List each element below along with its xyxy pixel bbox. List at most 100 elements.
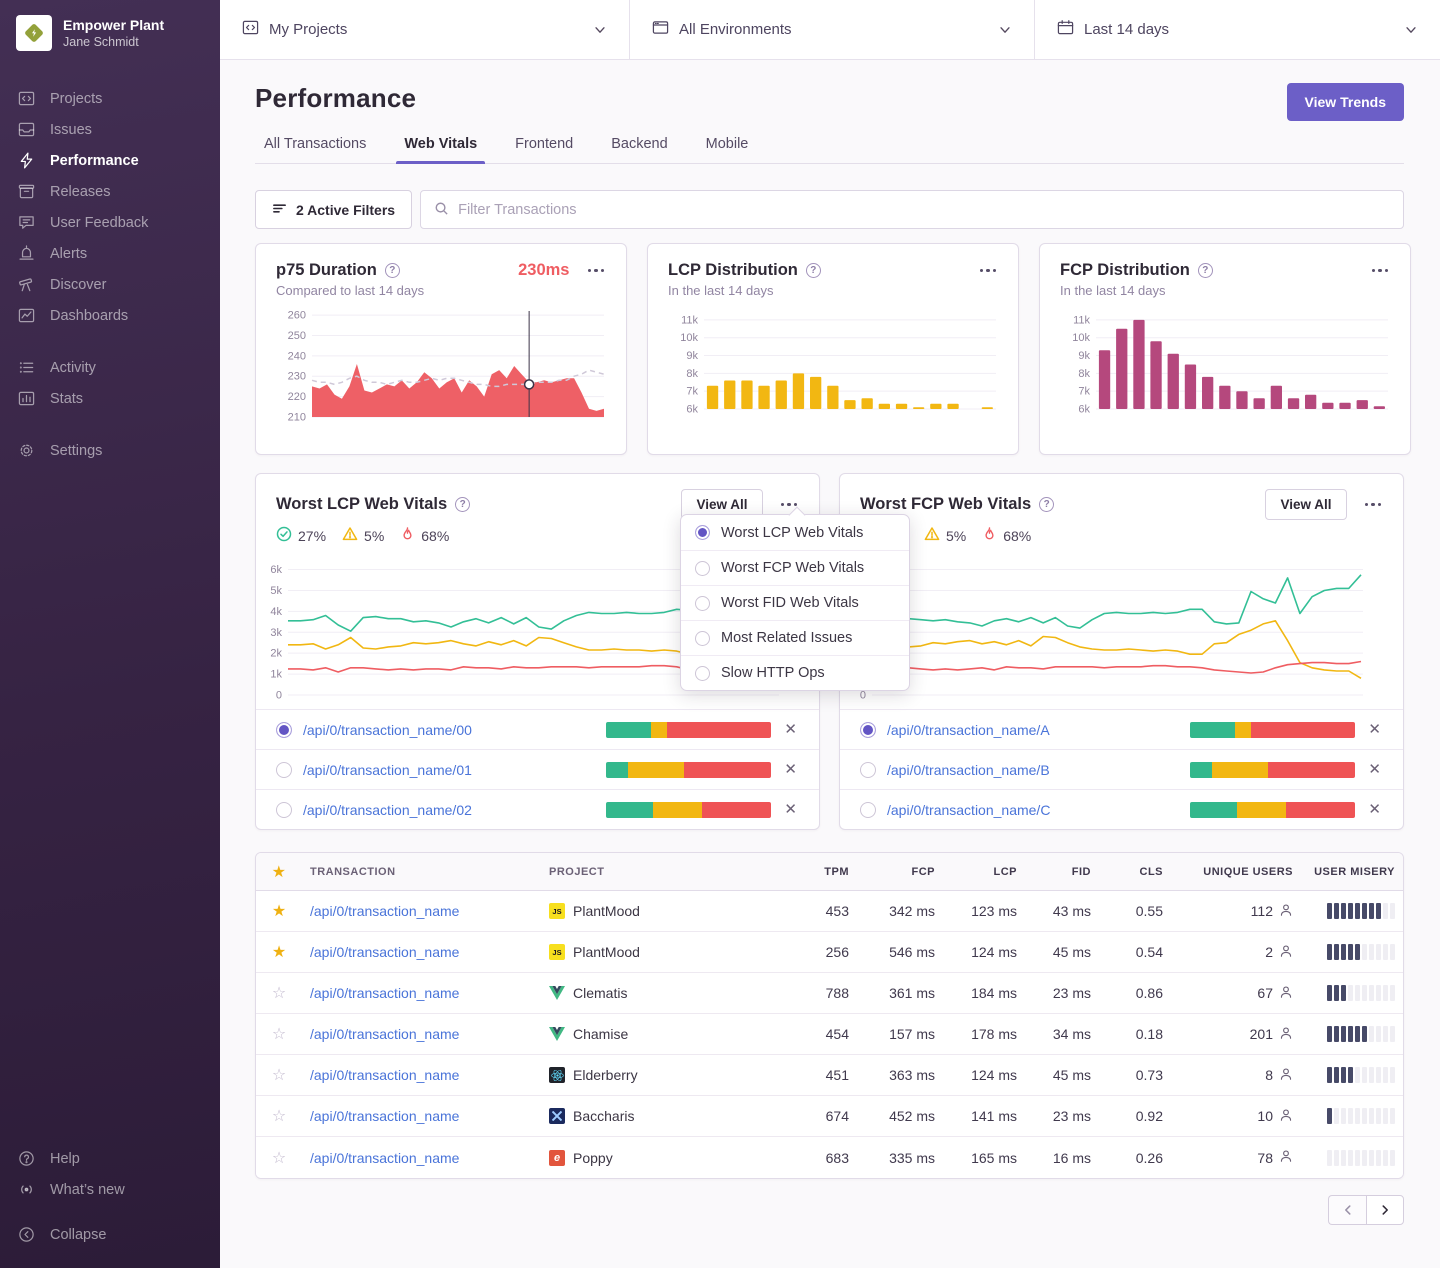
active-filters-button[interactable]: 2 Active Filters [255, 190, 412, 229]
dropdown-radio [695, 596, 710, 611]
transaction-radio[interactable] [276, 802, 292, 818]
tab-all-transactions[interactable]: All Transactions [260, 136, 370, 163]
close-icon[interactable]: ✕ [782, 720, 799, 739]
overflow-menu-button[interactable] [978, 265, 999, 277]
view-trends-button[interactable]: View Trends [1287, 83, 1404, 121]
environment-selector[interactable]: All Environments [630, 0, 1035, 59]
sidebar-item-releases[interactable]: Releases [0, 176, 220, 207]
sidebar-item-activity[interactable]: Activity [0, 352, 220, 383]
transaction-radio[interactable] [276, 722, 292, 738]
column-header-user-misery[interactable]: USER MISERY [1301, 866, 1403, 878]
close-icon[interactable]: ✕ [1366, 720, 1383, 739]
search-input[interactable] [458, 202, 1390, 218]
active-filters-label: 2 Active Filters [296, 202, 395, 218]
tab-backend[interactable]: Backend [607, 136, 671, 163]
close-icon[interactable]: ✕ [782, 800, 799, 819]
sidebar-item-performance[interactable]: Performance [0, 145, 220, 176]
fid-cell: 45 ms [1025, 1067, 1099, 1083]
transaction-link[interactable]: /api/0/transaction_name [310, 944, 459, 960]
column-header-unique-users[interactable]: UNIQUE USERS [1171, 866, 1301, 878]
question-tooltip-icon[interactable]: ? [455, 497, 470, 512]
transaction-link[interactable]: /api/0/transaction_name/00 [303, 722, 595, 738]
project-cell: JSPlantMood [541, 903, 793, 919]
sidebar-item-help[interactable]: Help [0, 1143, 220, 1174]
transaction-radio[interactable] [860, 802, 876, 818]
worst-fcp-vitals-card: Worst FCP Web Vitals ? View All 5%68% 01… [839, 473, 1404, 830]
unique-users-count: 2 [1265, 944, 1273, 960]
overflow-menu-button[interactable] [1363, 499, 1384, 511]
transaction-link[interactable]: /api/0/transaction_name [310, 1150, 459, 1166]
column-header-lcp[interactable]: LCP [943, 866, 1025, 878]
column-header-fid[interactable]: FID [1025, 866, 1099, 878]
transaction-link[interactable]: /api/0/transaction_name [310, 1026, 459, 1042]
daterange-selector[interactable]: Last 14 days [1035, 0, 1440, 59]
transaction-link[interactable]: /api/0/transaction_name [310, 1067, 459, 1083]
star-outline-icon[interactable]: ☆ [256, 1106, 302, 1126]
overflow-menu-button[interactable] [1370, 265, 1391, 277]
close-icon[interactable]: ✕ [1366, 800, 1383, 819]
dropdown-item-label: Worst LCP Web Vitals [721, 525, 863, 541]
cls-cell: 0.73 [1099, 1067, 1171, 1083]
transaction-link[interactable]: /api/0/transaction_name [310, 985, 459, 1001]
sidebar-item-whats-new[interactable]: What’s new [0, 1174, 220, 1205]
card-title: FCP Distribution [1060, 261, 1190, 280]
transaction-link[interactable]: /api/0/transaction_name/01 [303, 762, 595, 778]
question-tooltip-icon[interactable]: ? [385, 263, 400, 278]
question-tooltip-icon[interactable]: ? [1198, 263, 1213, 278]
sidebar-item-stats[interactable]: Stats [0, 383, 220, 414]
close-icon[interactable]: ✕ [782, 760, 799, 779]
star-filled-icon[interactable]: ★ [256, 942, 302, 962]
overflow-menu-button[interactable] [586, 265, 607, 277]
column-header-fcp[interactable]: FCP [857, 866, 943, 878]
star-outline-icon[interactable]: ☆ [256, 1024, 302, 1044]
sidebar-item-projects[interactable]: Projects [0, 83, 220, 114]
transaction-link[interactable]: /api/0/transaction_name/A [887, 722, 1179, 738]
unique-users-count: 201 [1250, 1026, 1273, 1042]
cls-cell: 0.55 [1099, 903, 1171, 919]
transaction-link[interactable]: /api/0/transaction_name [310, 1108, 459, 1124]
view-all-button[interactable]: View All [1265, 489, 1346, 520]
star-filled-icon[interactable]: ★ [256, 901, 302, 921]
transaction-radio[interactable] [276, 762, 292, 778]
dropdown-item-worst-fid-web-vitals[interactable]: Worst FID Web Vitals [681, 585, 909, 620]
previous-page-button[interactable] [1328, 1195, 1366, 1225]
tab-mobile[interactable]: Mobile [702, 136, 753, 163]
sidebar-item-collapse[interactable]: Collapse [0, 1219, 220, 1250]
column-header-tpm[interactable]: TPM [793, 866, 857, 878]
tab-frontend[interactable]: Frontend [511, 136, 577, 163]
sidebar-item-label: Releases [50, 184, 110, 200]
fire-icon [400, 526, 415, 545]
sidebar-item-discover[interactable]: Discover [0, 269, 220, 300]
sidebar-item-dashboards[interactable]: Dashboards [0, 300, 220, 331]
star-outline-icon[interactable]: ☆ [256, 983, 302, 1003]
transaction-radio[interactable] [860, 762, 876, 778]
project-selector[interactable]: My Projects [220, 0, 630, 59]
transaction-link[interactable]: /api/0/transaction_name/C [887, 802, 1179, 818]
close-icon[interactable]: ✕ [1366, 760, 1383, 779]
sidebar-item-issues[interactable]: Issues [0, 114, 220, 145]
column-header-cls[interactable]: CLS [1099, 866, 1171, 878]
dropdown-item-worst-fcp-web-vitals[interactable]: Worst FCP Web Vitals [681, 550, 909, 585]
svg-text:260: 260 [288, 310, 306, 322]
star-outline-icon[interactable]: ☆ [256, 1148, 302, 1168]
dropdown-item-label: Slow HTTP Ops [721, 665, 825, 681]
dropdown-item-slow-http-ops[interactable]: Slow HTTP Ops [681, 655, 909, 690]
tab-web-vitals[interactable]: Web Vitals [400, 136, 481, 163]
next-page-button[interactable] [1366, 1195, 1404, 1225]
transaction-link[interactable]: /api/0/transaction_name [310, 903, 459, 919]
transaction-link[interactable]: /api/0/transaction_name/02 [303, 802, 595, 818]
question-tooltip-icon[interactable]: ? [806, 263, 821, 278]
dropdown-item-worst-lcp-web-vitals[interactable]: Worst LCP Web Vitals [681, 515, 909, 550]
star-outline-icon[interactable]: ☆ [256, 1065, 302, 1085]
cls-cell: 0.86 [1099, 985, 1171, 1001]
sidebar-item-user-feedback[interactable]: User Feedback [0, 207, 220, 238]
dropdown-item-most-related-issues[interactable]: Most Related Issues [681, 620, 909, 655]
sidebar-item-settings[interactable]: Settings [0, 435, 220, 466]
column-header-transaction[interactable]: TRANSACTION [302, 866, 541, 878]
sidebar-item-alerts[interactable]: Alerts [0, 238, 220, 269]
column-header-project[interactable]: PROJECT [541, 866, 793, 878]
transaction-link[interactable]: /api/0/transaction_name/B [887, 762, 1179, 778]
question-tooltip-icon[interactable]: ? [1039, 497, 1054, 512]
org-switcher[interactable]: Empower Plant Jane Schmidt [0, 0, 220, 61]
transaction-radio[interactable] [860, 722, 876, 738]
